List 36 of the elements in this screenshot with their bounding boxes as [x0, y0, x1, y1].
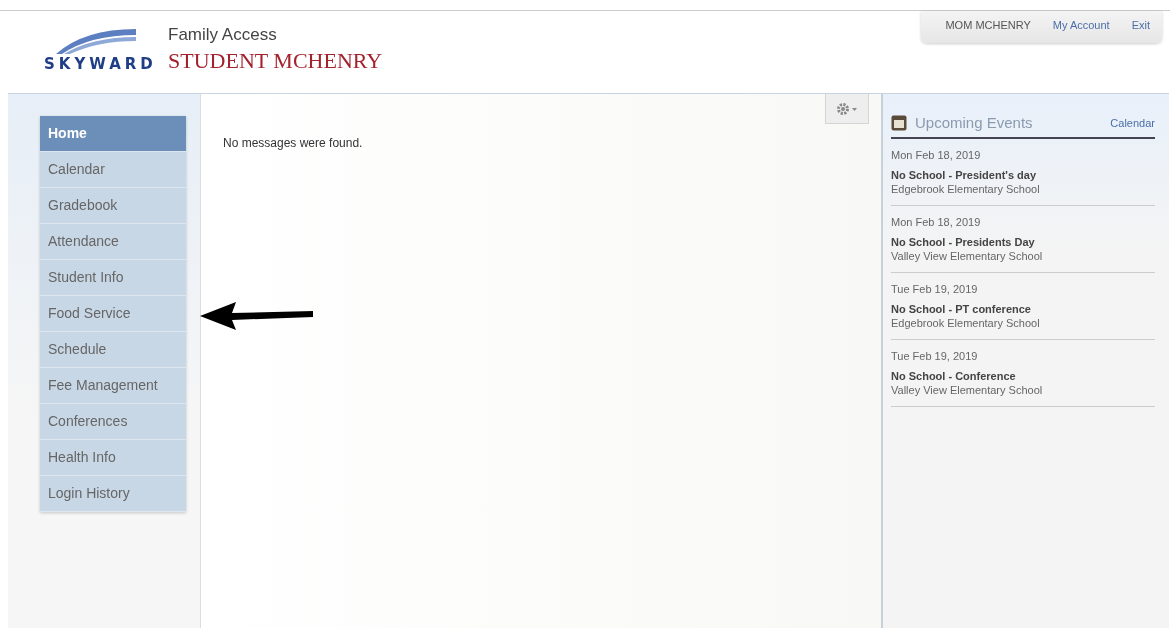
event-date: Mon Feb 18, 2019 — [891, 149, 982, 161]
nav-item[interactable]: Home — [40, 116, 186, 152]
event-date: Tue Feb 19, 2019 — [891, 283, 979, 295]
student-name: STUDENT MCHENRY — [168, 48, 383, 74]
event-school: Valley View Elementary School — [891, 384, 1044, 396]
app-title: Family Access — [168, 25, 278, 45]
settings-icon — [836, 101, 858, 116]
calendar-link[interactable]: Calendar — [1110, 116, 1155, 129]
nav-item[interactable]: Health Info — [40, 440, 186, 476]
event-title: No School - Presidents Day — [891, 236, 1036, 248]
event-title: No School - President's day — [891, 169, 1038, 181]
event-school: Valley View Elementary School — [891, 250, 1044, 262]
empty-message: No messages were found. — [223, 136, 363, 150]
calendar-icon — [891, 114, 907, 131]
settings-button[interactable] — [825, 94, 869, 124]
event-title: No School - PT conference — [891, 303, 1032, 315]
header-link[interactable]: Exit — [1131, 19, 1150, 33]
nav-item[interactable]: Fee Management — [40, 368, 186, 404]
nav-item[interactable]: Food Service — [40, 296, 186, 332]
logo-text: SKYWARD — [44, 55, 157, 73]
header-link[interactable]: My Account — [1052, 19, 1110, 33]
user-name: MOM MCHENRY — [945, 19, 1031, 33]
nav-item[interactable]: Schedule — [40, 332, 186, 368]
nav-item[interactable]: Login History — [40, 476, 186, 512]
event-school: Edgebrook Elementary School — [891, 317, 1041, 329]
event-title: No School - Conference — [891, 370, 1017, 382]
nav-item[interactable]: Gradebook — [40, 188, 186, 224]
event-school: Edgebrook Elementary School — [891, 183, 1041, 195]
nav-item[interactable]: Conferences — [40, 404, 186, 440]
swoosh-icon — [54, 27, 138, 55]
nav-item[interactable]: Calendar — [40, 152, 186, 188]
nav-item[interactable]: Student Info — [40, 260, 186, 296]
event-date: Tue Feb 19, 2019 — [891, 350, 979, 362]
event-date: Mon Feb 18, 2019 — [891, 216, 982, 228]
events-title: Upcoming Events — [915, 114, 1033, 131]
nav-item[interactable]: Attendance — [40, 224, 186, 260]
